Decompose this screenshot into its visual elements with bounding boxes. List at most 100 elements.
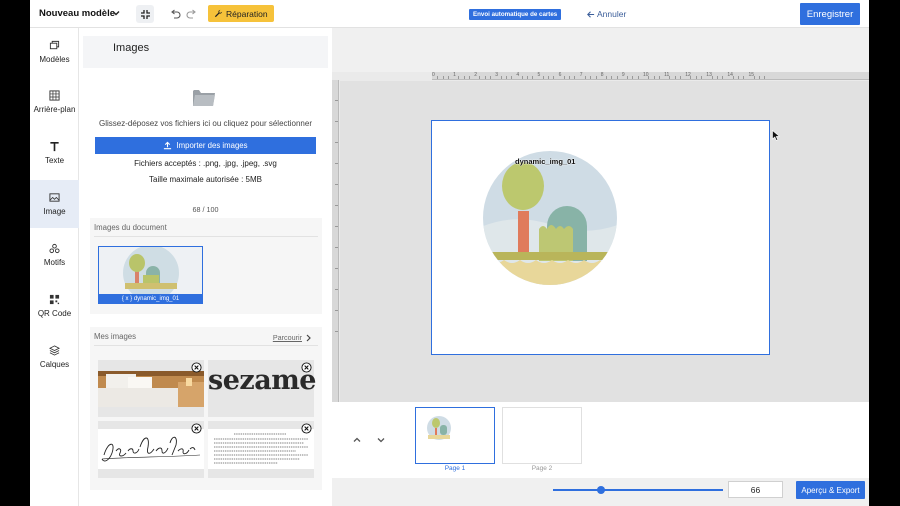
sidebar-item-background[interactable]: Arrière-plan — [30, 78, 79, 126]
remove-image-icon[interactable] — [191, 362, 202, 373]
ruler-tick — [335, 289, 338, 290]
ruler-tick — [442, 76, 444, 79]
accepted-formats: Fichiers acceptés : .png, .jpg, .jpeg, .… — [134, 159, 277, 168]
ruler-label: 6 — [558, 72, 562, 78]
my-image-text-document[interactable] — [208, 421, 314, 478]
chevron-up-icon[interactable] — [352, 435, 362, 445]
sidebar-item-label: Texte — [44, 156, 65, 165]
sezame-logo: sezame — [208, 365, 316, 396]
dynamic-image-element[interactable] — [432, 121, 768, 353]
zoom-slider-handle[interactable] — [596, 486, 605, 494]
my-image-sezame[interactable]: sezame — [208, 360, 316, 417]
sidebar-item-label: Arrière-plan — [33, 105, 76, 114]
ruler-tick — [753, 76, 755, 79]
remove-image-icon[interactable] — [301, 362, 312, 373]
sidebar-item-label: QR Code — [37, 309, 72, 318]
divider — [94, 345, 318, 346]
ruler-tick — [490, 76, 492, 79]
repair-label: Réparation — [226, 8, 268, 19]
ruler-tick — [505, 76, 507, 79]
ruler-tick — [335, 205, 338, 206]
drop-zone-text[interactable]: Glissez-déposez vos fichiers ici ou cliq… — [79, 119, 332, 128]
document-images-section: Images du document { x } dynamic_img_01 — [90, 218, 322, 314]
remove-image-icon[interactable] — [191, 423, 202, 434]
page-thumbnail-1[interactable] — [415, 407, 495, 464]
ruler-tick — [606, 76, 608, 79]
vertical-ruler — [332, 80, 339, 402]
page-strip — [332, 402, 869, 478]
remove-image-icon[interactable] — [301, 423, 312, 434]
sidebar-item-qr-code[interactable]: QR Code — [30, 282, 79, 330]
ruler-tick — [335, 100, 338, 101]
ruler-tick — [335, 121, 338, 122]
app-window: Nouveau modèle Réparation Envoi automati… — [30, 0, 869, 506]
ruler-tick — [335, 163, 338, 164]
my-image-signature[interactable] — [98, 421, 204, 478]
ruler-tick — [653, 76, 655, 79]
sidebar-item-shapes[interactable]: Motifs — [30, 231, 79, 279]
top-toolbar: Nouveau modèle Réparation Envoi automati… — [30, 0, 869, 28]
cancel-button[interactable]: Annuler — [586, 9, 626, 19]
ruler-tick — [335, 331, 338, 332]
my-images-label: Mes images — [94, 332, 137, 341]
ruler-tick — [563, 76, 565, 79]
ruler-tick — [595, 76, 597, 79]
text-document-preview — [208, 429, 314, 469]
ruler-tick — [722, 76, 724, 79]
browse-link[interactable]: Parcourir — [273, 333, 312, 342]
images-panel: Images Glissez-déposez vos fichiers ici … — [79, 28, 332, 506]
mouse-cursor-icon — [772, 130, 780, 141]
ruler-tick — [335, 310, 338, 311]
grid-icon — [49, 90, 60, 101]
ruler-tick — [526, 76, 528, 79]
canvas-top-margin — [332, 28, 869, 72]
ruler-tick — [548, 76, 550, 79]
sidebar-item-models[interactable]: Modèles — [30, 28, 79, 76]
zoom-input[interactable]: 66 — [728, 481, 783, 498]
zoom-slider[interactable] — [553, 489, 723, 491]
import-images-button[interactable]: Importer des images — [95, 137, 316, 154]
sidebar-item-text[interactable]: Texte — [30, 129, 79, 177]
sidebar-item-layers[interactable]: Calques — [30, 333, 79, 381]
ruler-tick — [759, 76, 761, 79]
design-page[interactable] — [431, 120, 770, 355]
page-label-1: Page 1 — [444, 465, 466, 472]
repair-button[interactable]: Réparation — [208, 5, 274, 22]
model-name[interactable]: Nouveau modèle — [39, 8, 115, 19]
ruler-tick — [437, 76, 439, 79]
ruler-tick — [743, 76, 745, 79]
ruler-label: 7 — [579, 72, 583, 78]
handwritten-signature — [98, 429, 204, 469]
preview-export-button[interactable]: Aperçu & Export — [796, 481, 865, 499]
document-image-thumbnail[interactable]: { x } dynamic_img_01 — [98, 246, 203, 304]
ruler-tick — [335, 247, 338, 248]
ruler-tick — [500, 76, 502, 79]
ruler-tick — [553, 76, 555, 79]
folder-icon[interactable] — [192, 86, 216, 108]
landscape-illustration — [99, 247, 201, 301]
ruler-tick — [632, 76, 634, 79]
chevron-down-icon[interactable] — [110, 7, 122, 19]
ruler-tick — [532, 76, 534, 79]
page-thumbnail-2[interactable] — [502, 407, 582, 464]
ruler-tick — [695, 76, 697, 79]
save-button[interactable]: Enregistrer — [800, 3, 860, 25]
ruler-tick — [447, 76, 449, 79]
ruler-label: 5 — [537, 72, 541, 78]
collapse-icon[interactable] — [136, 5, 154, 23]
chevron-right-icon — [306, 334, 311, 341]
horizontal-ruler: 0 1 2 3 4 5 6 7 8 9 10 11 12 13 14 15 — [432, 72, 869, 80]
qr-code-icon — [49, 294, 60, 305]
ruler-tick — [484, 76, 486, 79]
ruler-tick — [590, 76, 592, 79]
layers-icon — [49, 40, 60, 50]
redo-icon[interactable] — [182, 5, 200, 23]
sidebar-item-image[interactable]: Image — [30, 180, 79, 228]
my-image-bedroom[interactable] — [98, 360, 204, 417]
ruler-label: 8 — [600, 72, 604, 78]
ruler-label: 3 — [495, 72, 499, 78]
chevron-down-icon[interactable] — [376, 435, 386, 445]
divider — [94, 236, 318, 237]
sidebar-item-label: Modèles — [39, 55, 70, 64]
ruler-tick — [716, 76, 718, 79]
